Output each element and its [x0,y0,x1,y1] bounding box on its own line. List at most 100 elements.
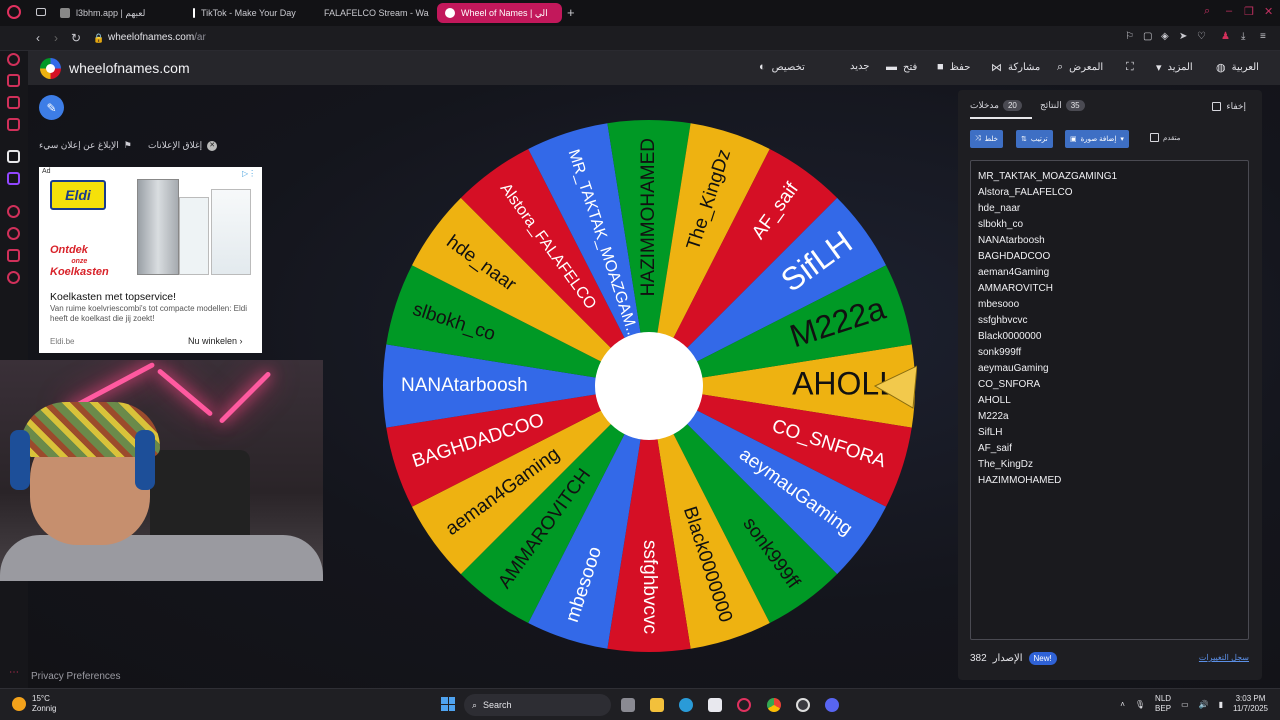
extensions-icon[interactable] [7,249,20,262]
volume-icon[interactable]: 🔊 [1199,700,1209,709]
url-field[interactable]: wheelofnames.com/ar [108,32,206,43]
battery-icon[interactable]: ▮ [1219,700,1223,709]
ad-cta-button[interactable]: Nu winkelen › [188,336,243,346]
send-icon[interactable]: ➤ [1179,31,1187,42]
discord-icon[interactable] [825,698,839,712]
ad-promo-text: Ontdek onze Koelkasten [50,245,109,278]
changelog-link[interactable]: سجل التغييرات [1199,653,1249,662]
report-ad-link[interactable]: الإبلاغ عن إعلان سيء ⚑ [39,140,132,151]
close-icon[interactable]: ✕ [1264,5,1273,18]
store-icon[interactable] [708,698,722,712]
heart-icon[interactable]: ♡ [1197,31,1206,42]
workspaces-icon[interactable] [36,8,46,16]
neon-light [218,370,272,425]
menu-new[interactable]: جديد [850,61,869,72]
browser-tab[interactable]: TikTok - Make Your Day [185,3,303,23]
maximize-icon[interactable]: ❐ [1244,5,1254,18]
search-tabs-icon[interactable]: ⌕ [1204,5,1210,18]
close-circle-icon: ✕ [207,140,218,151]
tab-entries[interactable]: مدخلات 20 [970,100,1022,111]
menu-open[interactable]: ▬ فتح [886,61,917,73]
history-icon[interactable] [7,227,20,240]
forward-icon[interactable]: › [54,31,58,45]
windows-taskbar: 15°C Zonnig ⌕ Search ˄ 🎙 NLD BEP ▭ 🔊 ▮ 3… [0,688,1280,720]
hide-checkbox[interactable] [1212,102,1222,111]
menu-more[interactable]: ▾ المزيد [1156,61,1193,74]
sort-button[interactable]: ⇅ ترتيب [1016,130,1053,148]
browser-tab[interactable]: l3bhm.app | لعبهم [52,3,182,23]
menu-language[interactable]: ◍ العربية [1216,61,1259,74]
shuffle-button[interactable]: ⤨ خلط [970,130,1003,148]
chrome-icon[interactable] [767,698,781,712]
aria-icon[interactable] [7,74,20,87]
close-ads-link[interactable]: إغلاق الإعلانات ✕ [148,140,218,151]
opera-taskbar-icon[interactable] [737,698,751,712]
chevron-up-icon[interactable]: ˄ [1120,700,1125,709]
minimize-icon[interactable]: – [1226,5,1232,17]
advanced-toggle[interactable]: متقدم [1150,133,1180,142]
menu-share[interactable]: ⋈ مشاركة [991,61,1040,74]
settings-icon[interactable] [7,271,20,284]
file-explorer-icon[interactable] [650,698,664,712]
entry-item: aeman4Gaming [978,267,1050,278]
wheel-center[interactable] [595,332,703,440]
tab-results[interactable]: النتائج 35 [1040,100,1085,111]
profile-icon[interactable]: ♟ [1221,31,1230,42]
speed-dial-icon[interactable] [7,53,20,66]
hide-toggle[interactable]: إخفاء [1212,101,1246,112]
bookmark-icon[interactable]: ⚐ [1125,31,1134,42]
kick-side-icon[interactable] [7,150,20,163]
more-icon[interactable]: ⋯ [9,667,19,678]
browser-tab[interactable]: FALAFELCO Stream - Wa [310,3,430,23]
back-icon[interactable]: ‹ [36,31,40,45]
add-image-button[interactable]: ▣ إضافة صورة ▾ [1065,130,1129,148]
download-icon[interactable]: ⤓ [1241,31,1245,42]
weather-widget[interactable]: 15°C Zonnig [12,694,56,714]
fullscreen-button[interactable]: ⛶ [1126,61,1134,74]
task-view-icon[interactable] [621,698,635,712]
adchoices-icon[interactable]: ▷⋮ [242,169,256,178]
advertisement[interactable]: Ad ▷⋮ Eldi Ontdek onze Koelkasten Koelka… [39,167,262,353]
spin-wheel[interactable]: AHOLL CO_SNFORA aeymauGaming sonk999ff Black… [381,118,917,654]
menu-gallery[interactable]: ⌕ المعرض [1057,61,1103,74]
advanced-checkbox[interactable] [1150,133,1159,142]
edge-icon[interactable] [679,698,693,712]
weather-desc: Zonnig [32,704,57,713]
taskbar-search[interactable]: ⌕ Search [464,694,611,716]
entry-item: mbesooo [978,299,1020,310]
messenger-icon[interactable] [7,96,20,109]
microphone-icon[interactable]: 🎙 [1135,700,1145,709]
entry-item: BAGHDADCOO [978,251,1051,262]
site-name[interactable]: wheelofnames.com [69,60,190,76]
network-icon[interactable]: ▭ [1181,700,1189,709]
clock[interactable]: 3:03 PM 11/7/2025 [1233,694,1268,714]
reload-icon[interactable]: ↻ [71,31,81,45]
image-icon: ▣ [1070,136,1077,143]
start-button[interactable] [441,697,455,711]
entries-textarea[interactable]: MR_TAKTAK_MOAZGAMING1 Alstora_FALAFELCO … [970,160,1249,640]
webcam-overlay [0,360,323,581]
wheel-logo-icon[interactable] [40,58,61,79]
pinboard-icon[interactable] [7,118,20,131]
version-info: 382 الإصدار New! [970,652,1057,665]
wheel-slice-label: ssfghbvcvc [639,540,660,634]
menu-save[interactable]: ■ حفظ [937,61,970,73]
menu-customize[interactable]: ◐ تخصيص [759,61,805,73]
snapshot-icon[interactable]: ▢ [1143,31,1152,42]
shield-icon[interactable]: ◈ [1161,31,1169,42]
browser-tab-active[interactable]: Wheel of Names | الي [437,3,562,23]
wheel-svg[interactable]: AHOLLCO_SNFORAaeymauGamingsonk999ffBlack… [381,118,917,654]
opera-logo-icon[interactable] [7,5,21,19]
sort-icon: ⇅ [1021,136,1027,143]
menu-icon[interactable]: ≡ [1260,31,1266,42]
player-icon[interactable] [7,205,20,218]
twitch-icon[interactable] [7,172,20,185]
new-tab-button[interactable]: + [567,5,575,20]
privacy-preferences-link[interactable]: Privacy Preferences [31,671,120,682]
edit-button[interactable]: ✎ [39,95,64,120]
entry-item: slbokh_co [978,219,1024,230]
obs-icon[interactable] [796,698,810,712]
entry-item: AF_saif [978,443,1012,454]
tab-label: Wheel of Names | الي [461,7,548,18]
language-indicator[interactable]: NLD BEP [1155,694,1171,714]
